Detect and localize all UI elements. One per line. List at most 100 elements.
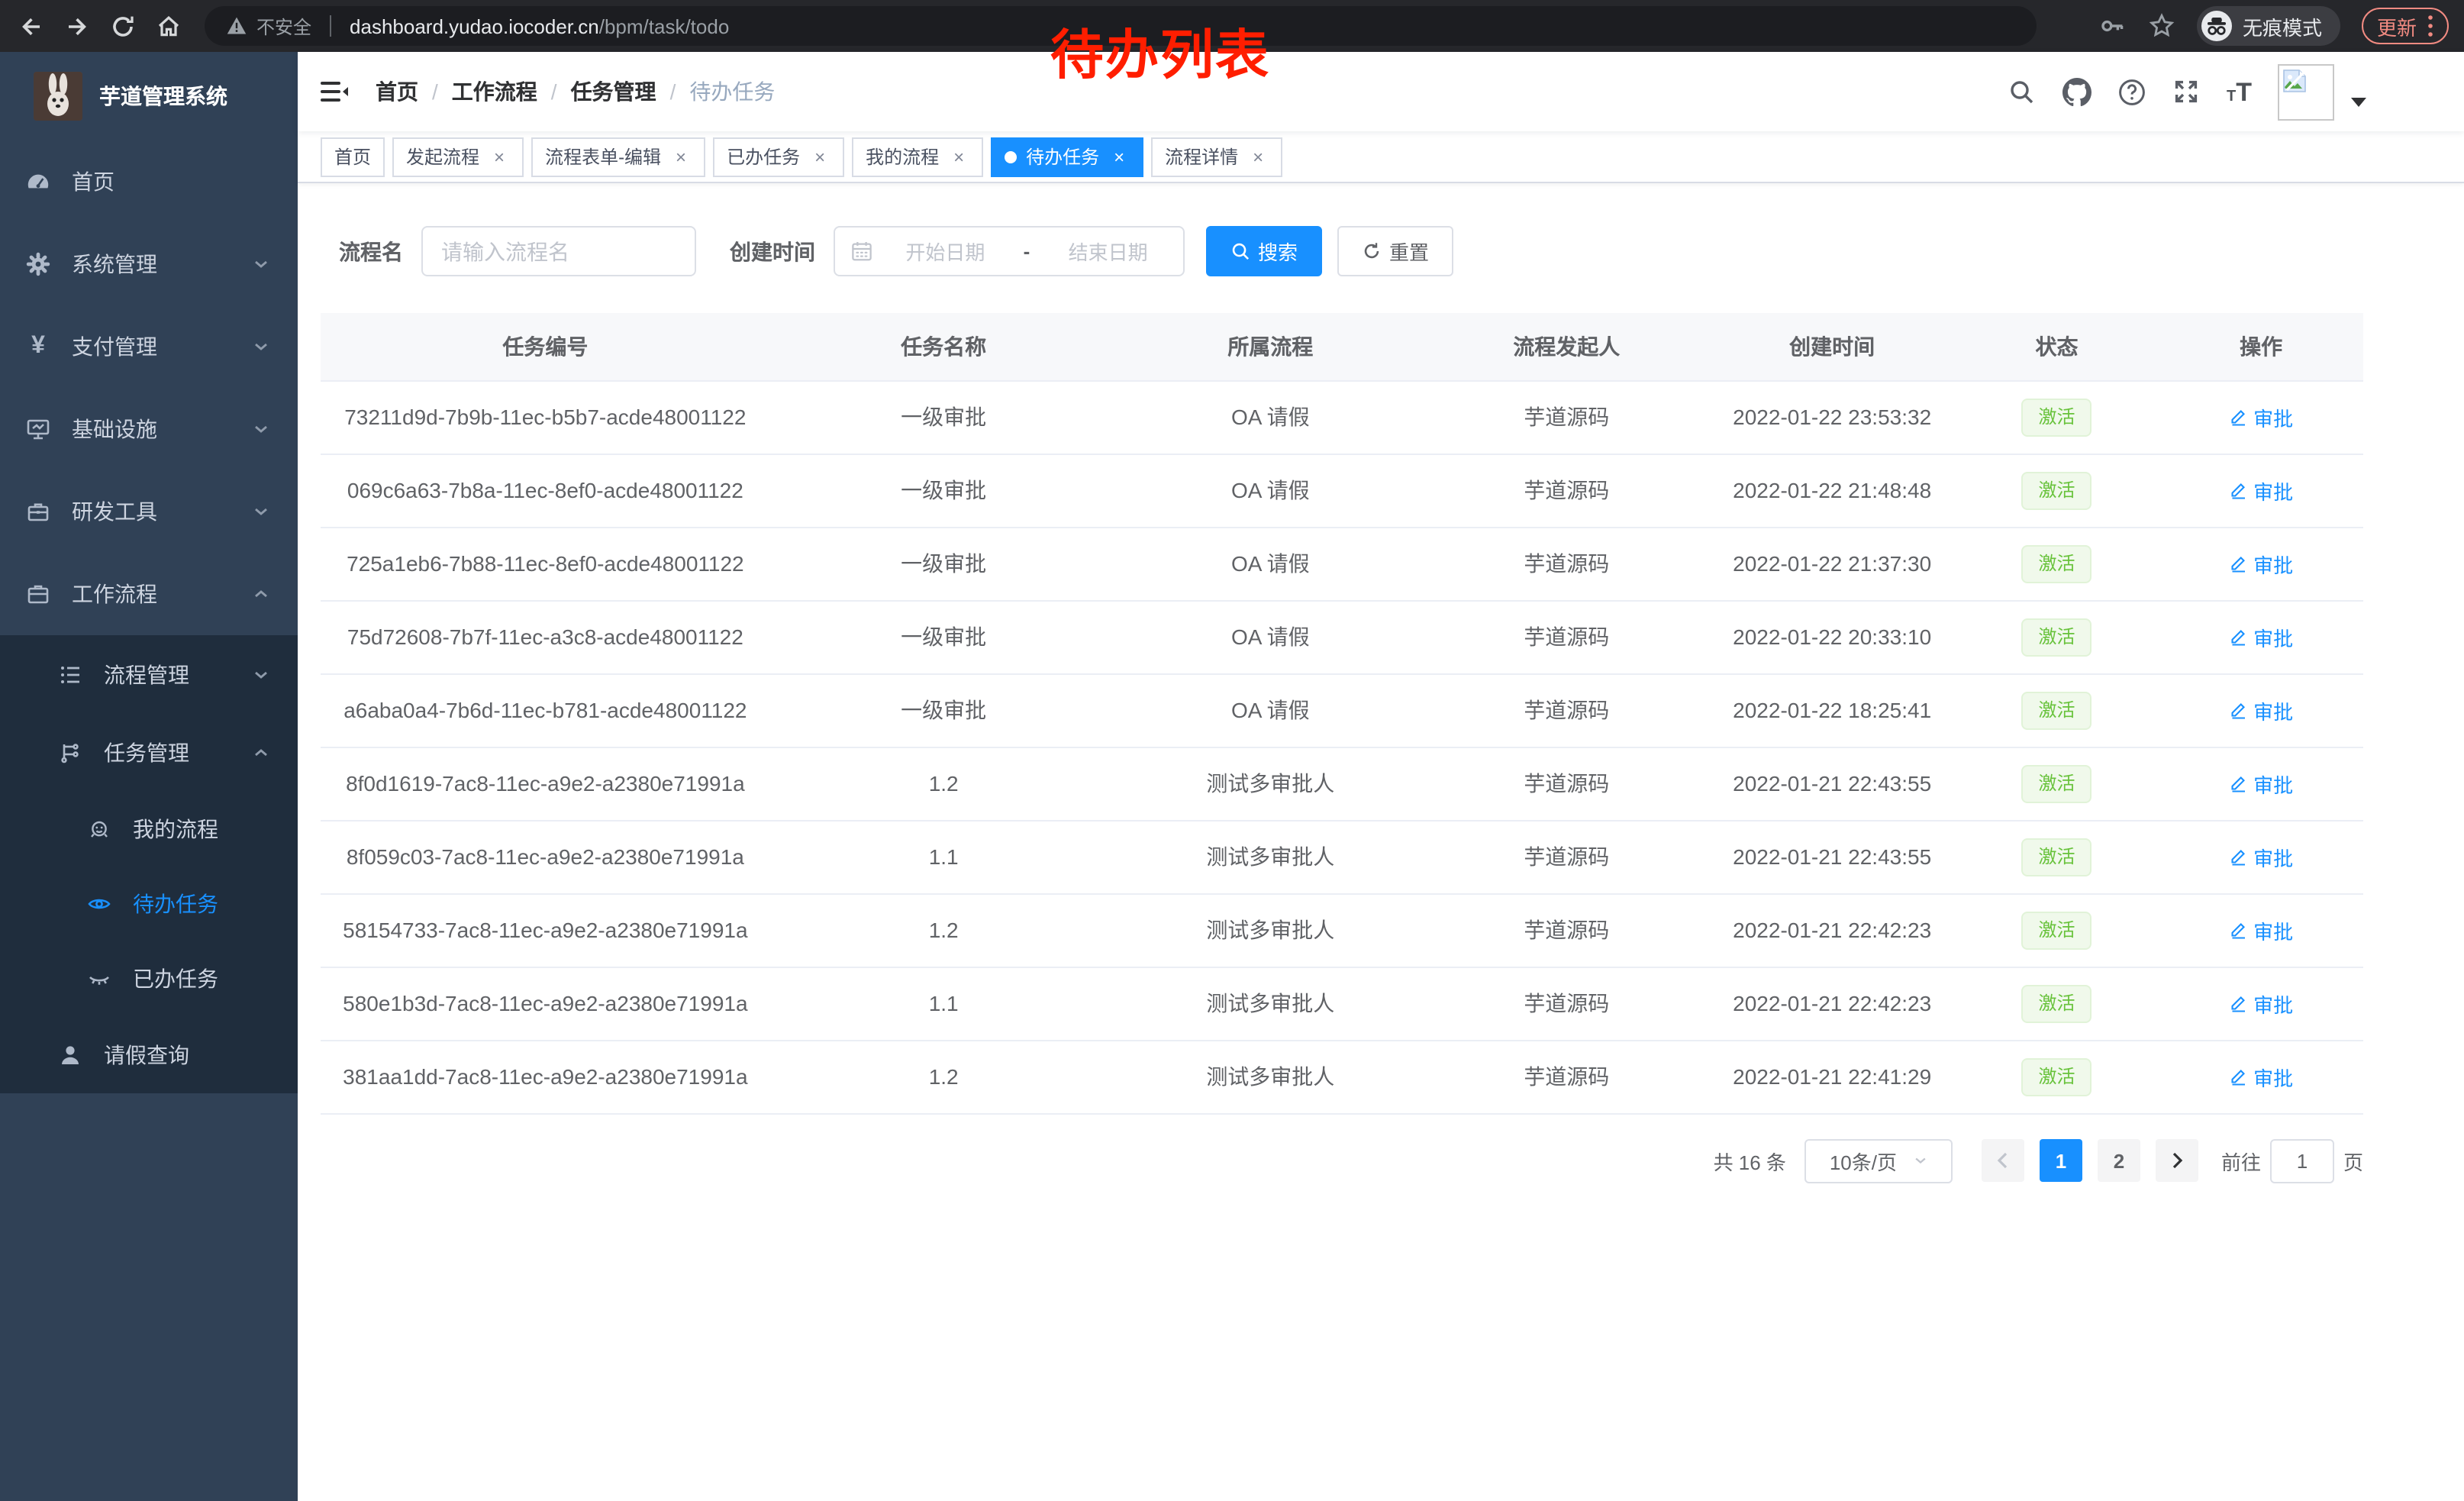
sidebar-item-devtools[interactable]: 研发工具 [0, 470, 298, 553]
cell-created: 2022-01-22 21:48:48 [1710, 454, 1955, 527]
cell-action: 审批 [2159, 747, 2363, 820]
github-icon[interactable] [2062, 77, 2091, 106]
approve-link[interactable]: 审批 [2229, 915, 2293, 944]
table-row: 73211d9d-7b9b-11ec-b5b7-acde48001122 一级审… [321, 380, 2363, 454]
approve-link[interactable]: 审批 [2229, 1062, 2293, 1091]
end-date-placeholder[interactable]: 结束日期 [1048, 237, 1168, 266]
user-menu-caret-icon[interactable] [2351, 96, 2366, 108]
url-host[interactable]: dashboard.yudao.iocoder.cn [350, 15, 599, 37]
font-size-icon[interactable]: TT [2227, 79, 2252, 105]
col-created: 创建时间 [1710, 313, 1955, 380]
search-icon[interactable] [2007, 77, 2036, 106]
approve-link[interactable]: 审批 [2229, 769, 2293, 798]
tag-close-icon[interactable]: × [948, 146, 969, 167]
breadcrumb-task-mgmt[interactable]: 任务管理 [571, 76, 656, 107]
cell-created: 2022-01-21 22:41:29 [1710, 1040, 1955, 1113]
app-title: 芋道管理系统 [99, 81, 227, 111]
approve-link[interactable]: 审批 [2229, 622, 2293, 651]
sidebar-logo[interactable]: 芋道管理系统 [0, 52, 298, 140]
approve-link[interactable]: 审批 [2229, 842, 2293, 871]
page-size-select[interactable]: 10条/页 [1804, 1138, 1953, 1183]
url-path[interactable]: /bpm/task/todo [599, 15, 730, 37]
sidebar-item-system[interactable]: 系统管理 [0, 223, 298, 305]
approve-label: 审批 [2253, 1062, 2293, 1091]
sidebar-item-leave-query[interactable]: 请假查询 [0, 1015, 298, 1093]
page-number-button[interactable]: 2 [2098, 1139, 2140, 1182]
goto-page-input[interactable]: 1 [2270, 1138, 2334, 1183]
process-name-input[interactable]: 请输入流程名 [421, 226, 696, 276]
tag-close-icon[interactable]: × [1108, 146, 1130, 167]
breadcrumb-workflow[interactable]: 工作流程 [452, 76, 537, 107]
tag-close-icon[interactable]: × [1247, 146, 1269, 167]
process-name-label: 流程名 [339, 236, 403, 266]
approve-link[interactable]: 审批 [2229, 696, 2293, 725]
password-key-icon[interactable] [2099, 12, 2127, 40]
breadcrumb-home[interactable]: 首页 [376, 76, 418, 107]
status-badge: 激活 [2022, 691, 2092, 729]
tab-tag[interactable]: 我的流程 × [852, 137, 983, 176]
browser-home-icon[interactable] [150, 8, 186, 44]
browser-reload-icon[interactable] [104, 8, 140, 44]
table-row: 725a1eb6-7b88-11ec-8ef0-acde48001122 一级审… [321, 527, 2363, 600]
security-label[interactable]: 不安全 [256, 13, 311, 39]
help-icon[interactable] [2117, 77, 2146, 106]
date-range-picker[interactable]: 开始日期 - 结束日期 [834, 226, 1185, 276]
edit-pen-icon [2229, 628, 2247, 646]
cell-task-id: 58154733-7ac8-11ec-a9e2-a2380e71991a [321, 893, 770, 967]
approve-link[interactable]: 审批 [2229, 476, 2293, 505]
sidebar-item-home[interactable]: 首页 [0, 140, 298, 223]
update-label[interactable]: 更新 [2377, 11, 2417, 40]
cell-created: 2022-01-21 22:42:23 [1710, 967, 1955, 1040]
face-icon [87, 816, 111, 841]
sidebar-item-todo-tasks[interactable]: 待办任务 [0, 866, 298, 941]
browser-menu-kebab-icon[interactable] [2427, 14, 2433, 38]
edit-pen-icon [2229, 701, 2247, 719]
browser-back-icon[interactable] [12, 8, 49, 44]
bookmark-star-icon[interactable] [2148, 12, 2175, 40]
tree-icon [58, 740, 82, 764]
sidebar-item-task-mgmt[interactable]: 任务管理 [0, 713, 298, 791]
cell-action: 审批 [2159, 820, 2363, 893]
next-page-button[interactable] [2156, 1139, 2198, 1182]
table-row: 8f0d1619-7ac8-11ec-a9e2-a2380e71991a 1.2… [321, 747, 2363, 820]
sidebar-item-done-tasks[interactable]: 已办任务 [0, 941, 298, 1015]
sidebar-item-process-mgmt[interactable]: 流程管理 [0, 635, 298, 713]
screen: 不安全 dashboard.yudao.iocoder.cn /bpm/task… [0, 0, 2464, 1501]
chevron-down-icon [252, 420, 270, 438]
cell-task-name: 1.1 [770, 820, 1118, 893]
sidebar-item-workflow[interactable]: 工作流程 [0, 553, 298, 635]
cell-task-name: 1.1 [770, 967, 1118, 1040]
sidebar-item-my-process[interactable]: 我的流程 [0, 791, 298, 866]
search-button[interactable]: 搜索 [1206, 226, 1322, 276]
start-date-placeholder[interactable]: 开始日期 [885, 237, 1005, 266]
approve-label: 审批 [2253, 842, 2293, 871]
not-secure-icon [226, 15, 247, 37]
tag-close-icon[interactable]: × [670, 146, 692, 167]
reset-button[interactable]: 重置 [1337, 226, 1453, 276]
tag-close-icon[interactable]: × [489, 146, 510, 167]
tab-tag[interactable]: 已办任务 × [713, 137, 844, 176]
sidebar-toggle-hamburger-icon[interactable] [318, 75, 351, 108]
table-row: a6aba0a4-7b6d-11ec-b781-acde48001122 一级审… [321, 673, 2363, 747]
tab-tag[interactable]: 首页 [321, 137, 385, 176]
avatar[interactable] [2278, 63, 2334, 120]
browser-forward-icon[interactable] [58, 8, 95, 44]
approve-link[interactable]: 审批 [2229, 549, 2293, 578]
sidebar-item-payment[interactable]: ¥ 支付管理 [0, 305, 298, 388]
briefcase-icon [26, 582, 50, 606]
prev-page-button[interactable] [1982, 1139, 2024, 1182]
cell-initiator: 芋道源码 [1424, 600, 1710, 673]
fullscreen-icon[interactable] [2172, 77, 2201, 106]
tab-tag[interactable]: 流程表单-编辑 × [531, 137, 705, 176]
cell-task-name: 一级审批 [770, 600, 1118, 673]
tag-close-icon[interactable]: × [809, 146, 830, 167]
approve-link[interactable]: 审批 [2229, 989, 2293, 1018]
page-number-button[interactable]: 1 [2040, 1139, 2082, 1182]
tab-tag[interactable]: 待办任务 × [991, 137, 1143, 176]
sidebar-item-infra[interactable]: 基础设施 [0, 388, 298, 470]
tag-label: 已办任务 [727, 144, 800, 169]
tab-tag[interactable]: 流程详情 × [1151, 137, 1282, 176]
update-button[interactable]: 更新 [2362, 8, 2449, 44]
tab-tag[interactable]: 发起流程 × [392, 137, 524, 176]
approve-link[interactable]: 审批 [2229, 402, 2293, 431]
